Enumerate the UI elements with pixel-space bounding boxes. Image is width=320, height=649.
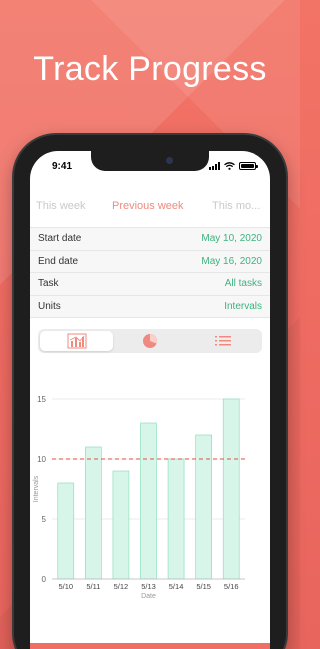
row-end-date[interactable]: End date May 16, 2020 [30, 251, 270, 273]
end-date-value[interactable]: May 16, 2020 [201, 256, 262, 267]
end-date-label: End date [38, 255, 79, 267]
start-date-label: Start date [38, 233, 82, 245]
y-tick-label: 15 [37, 395, 46, 404]
bar [140, 422, 157, 580]
units-value[interactable]: Intervals [224, 301, 262, 312]
x-axis-label: Date [141, 593, 156, 600]
app-screen: 9:41 This week Previous week This mo... … [30, 151, 270, 649]
battery-icon [239, 162, 258, 170]
x-tick-label: 5/13 [141, 582, 156, 591]
pie-chart-view-button[interactable] [113, 331, 186, 351]
y-tick-label: 0 [42, 575, 47, 584]
y-tick-label: 10 [37, 455, 46, 464]
bar [167, 458, 185, 580]
units-label: Units [38, 300, 61, 312]
bar-chart-view-button[interactable] [40, 331, 114, 351]
x-tick-label: 5/16 [224, 582, 239, 591]
bar [112, 470, 130, 580]
x-tick-label: 5/14 [169, 582, 184, 591]
task-value[interactable]: All tasks [225, 278, 262, 289]
bar [195, 434, 212, 580]
row-task[interactable]: Task All tasks [30, 273, 270, 296]
tab-this-month[interactable]: This mo... [212, 200, 260, 212]
y-tick-label: 5 [42, 515, 47, 524]
tab-previous-week[interactable]: Previous week [112, 200, 184, 212]
pie-chart-icon [142, 334, 157, 348]
bar-chart-icon [67, 333, 87, 349]
week-selector: This week Previous week This mo... [30, 195, 270, 217]
bar [85, 446, 102, 580]
tab-this-week[interactable]: This week [36, 200, 86, 212]
signal-icon [209, 162, 220, 170]
phone-notch [91, 151, 209, 171]
wifi-icon [224, 162, 235, 170]
bar [57, 482, 75, 580]
start-date-value[interactable]: May 10, 2020 [201, 233, 262, 244]
filter-settings: Start date May 10, 2020 End date May 16,… [30, 227, 270, 318]
status-time: 9:41 [52, 160, 73, 172]
status-icons [209, 162, 258, 170]
row-units[interactable]: Units Intervals [30, 296, 270, 318]
x-tick-label: 5/15 [196, 582, 211, 591]
headline: Track Progress [33, 50, 267, 88]
bar-chart: 0 5 10 15 5/10 5/11 5/12 5/13 5/14 5/15 5/16 Interv… [33, 395, 245, 600]
bar [222, 398, 240, 580]
x-tick-label: 5/12 [114, 582, 129, 591]
x-tick-label: 5/11 [86, 582, 100, 591]
view-mode-selector [38, 329, 262, 353]
row-start-date[interactable]: Start date May 10, 2020 [30, 228, 270, 251]
x-tick-label: 5/10 [58, 582, 73, 591]
list-icon [215, 336, 232, 346]
intervals-chart: 0 5 10 15 5/10 5/11 5/12 5/13 5/14 5/15 5/16 Interv… [30, 389, 270, 629]
tab-bar [30, 643, 270, 649]
list-view-button[interactable] [187, 331, 260, 351]
task-label: Task [38, 278, 59, 290]
y-axis-label: Intervals [33, 475, 40, 502]
phone-frame: 9:41 This week Previous week This mo... … [14, 135, 286, 649]
